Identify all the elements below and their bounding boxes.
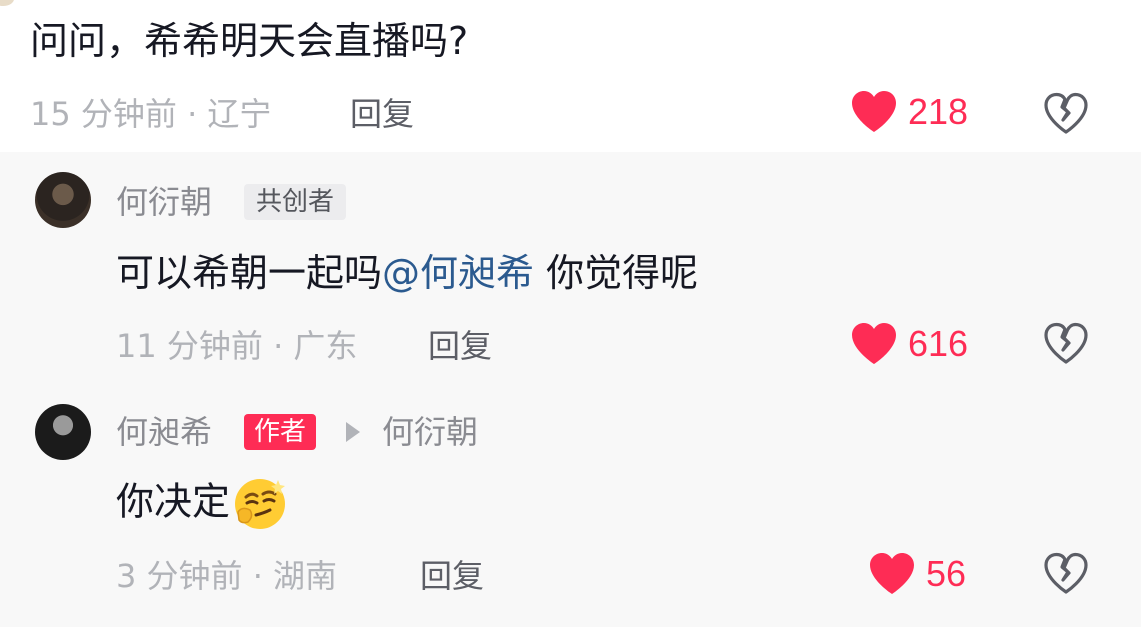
comment-text: 你决定 — [116, 476, 288, 532]
username[interactable]: 何昶希 — [116, 412, 212, 452]
dislike-button[interactable] — [1042, 550, 1090, 598]
like-count: 218 — [908, 91, 969, 132]
reply-button[interactable]: 回复 — [350, 94, 414, 134]
like-button[interactable]: 616 — [850, 322, 968, 366]
comment-text: 问问，希希明天会直播吗? — [30, 19, 469, 63]
comment-text-main: 可以希朝一起吗 — [116, 251, 383, 295]
avatar[interactable] — [35, 404, 91, 460]
like-button[interactable]: 56 — [868, 552, 966, 596]
heart-icon — [852, 91, 896, 132]
author-badge: 作者 — [244, 414, 317, 450]
username[interactable]: 何衍朝 — [116, 182, 212, 222]
heart-icon — [870, 553, 914, 594]
broken-heart-icon — [1044, 92, 1088, 134]
comment-text-main: 你决定 — [116, 479, 231, 524]
comment-text-tail: 你觉得呢 — [534, 251, 699, 295]
reply-to-username[interactable]: 何衍朝 — [382, 412, 478, 452]
comment-meta: 15 分钟前 · 辽宁 — [30, 95, 272, 133]
comment-meta: 3 分钟前 · 湖南 — [116, 557, 338, 595]
dislike-button[interactable] — [1042, 90, 1090, 138]
reply-arrow-icon — [346, 422, 360, 442]
parent-comment: 问问，希希明天会直播吗? 15 分钟前 · 辽宁 回复 218 — [0, 0, 1141, 152]
avatar[interactable] — [35, 172, 91, 228]
reply-button[interactable]: 回复 — [428, 326, 492, 366]
thinking-smirk-emoji — [235, 479, 286, 529]
mention-link[interactable]: @何昶希 — [382, 251, 534, 295]
comment-text: 可以希朝一起吗@何昶希 你觉得呢 — [116, 248, 698, 298]
reply-button[interactable]: 回复 — [420, 556, 484, 596]
heart-icon — [852, 323, 896, 364]
like-button[interactable]: 218 — [850, 90, 968, 134]
like-count: 56 — [926, 553, 967, 594]
avatar[interactable] — [0, 0, 14, 6]
co-creator-badge: 共创者 — [244, 184, 347, 220]
like-count: 616 — [908, 323, 969, 364]
broken-heart-icon — [1044, 322, 1088, 364]
broken-heart-icon — [1044, 552, 1088, 594]
comment-meta: 11 分钟前 · 广东 — [116, 327, 358, 365]
dislike-button[interactable] — [1042, 320, 1090, 368]
